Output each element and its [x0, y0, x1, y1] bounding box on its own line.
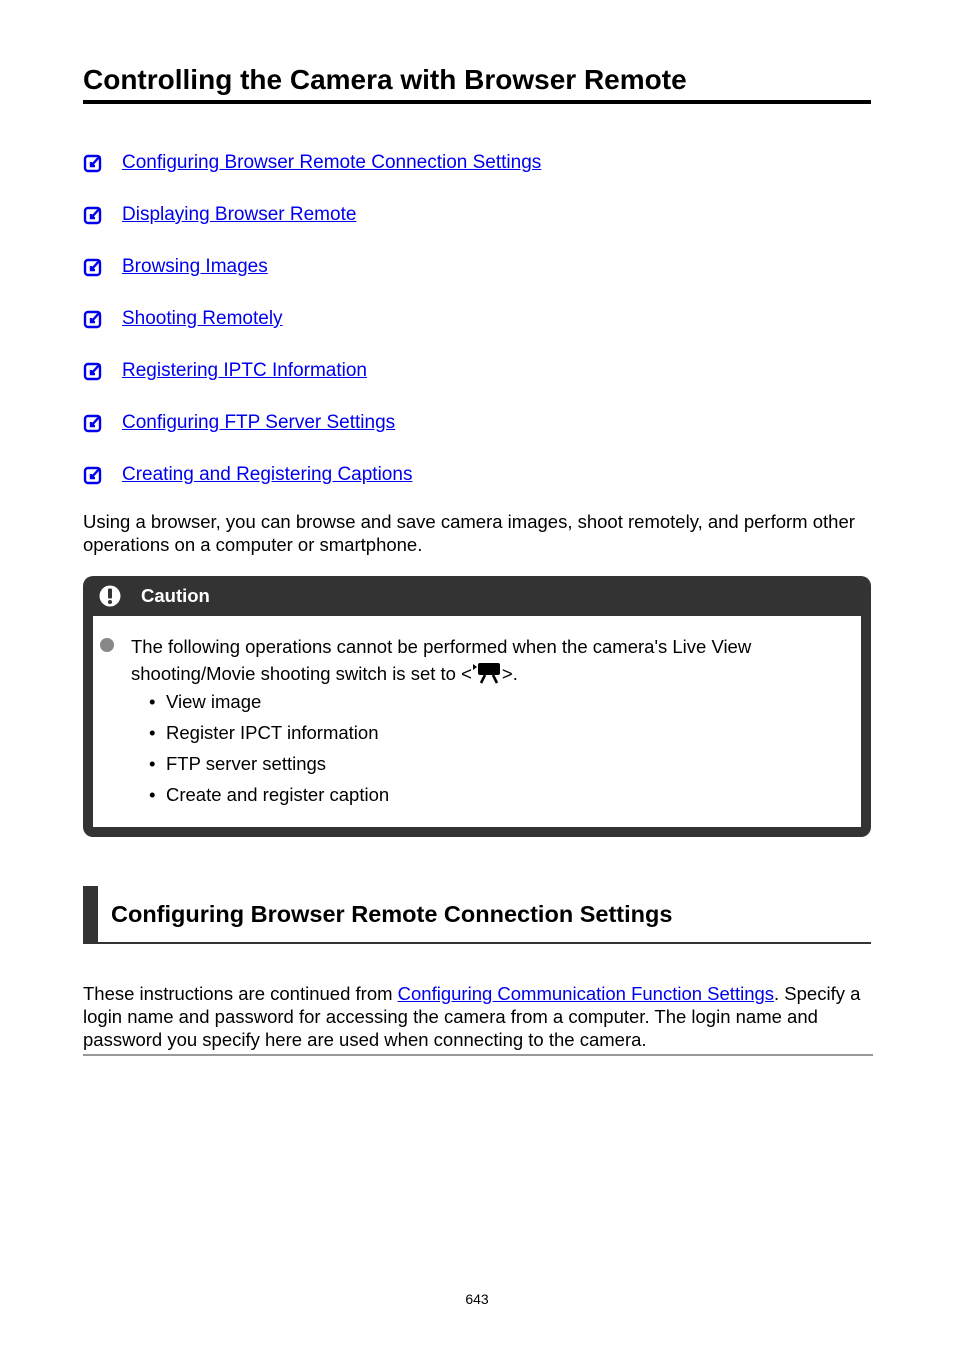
list-item-text: Create and register caption [166, 784, 390, 805]
caution-box: Caution The following operations cannot … [83, 576, 871, 837]
toc-item: Configuring FTP Server Settings [83, 410, 873, 462]
toc-item: Browsing Images [83, 254, 873, 306]
checkbox-arrow-icon [83, 310, 102, 329]
list-item-text: View image [166, 691, 262, 712]
communication-settings-link[interactable]: Configuring Communication Function Setti… [398, 983, 774, 1004]
list-item-text: FTP server settings [166, 753, 327, 774]
caution-body: The following operations cannot be perfo… [93, 616, 861, 827]
toc-link[interactable]: Creating and Registering Captions [122, 462, 412, 488]
checkbox-arrow-icon [83, 466, 102, 485]
toc-item: Configuring Browser Remote Connection Se… [83, 150, 873, 202]
toc-link[interactable]: Configuring Browser Remote Connection Se… [122, 150, 541, 176]
caution-text-before: The following operations cannot be perfo… [131, 636, 752, 684]
checkbox-arrow-icon [83, 206, 102, 225]
checkbox-arrow-icon [83, 414, 102, 433]
toc-link[interactable]: Registering IPTC Information [122, 358, 367, 384]
warning-icon [99, 585, 121, 607]
table-of-contents: Configuring Browser Remote Connection Se… [83, 150, 873, 514]
section-bar [83, 886, 98, 944]
list-item: • Create and register caption [149, 784, 390, 805]
list-item: • FTP server settings [149, 753, 327, 774]
toc-link[interactable]: Configuring FTP Server Settings [122, 410, 395, 436]
toc-link[interactable]: Browsing Images [122, 254, 268, 280]
toc-item: Shooting Remotely [83, 306, 873, 358]
checkbox-arrow-icon [83, 362, 102, 381]
caution-header: Caution [83, 576, 871, 616]
section-paragraph: These instructions are continued from Co… [83, 982, 873, 1056]
checkbox-arrow-icon [83, 154, 102, 173]
toc-item: Displaying Browser Remote [83, 202, 873, 254]
page-title: Controlling the Camera with Browser Remo… [83, 62, 871, 104]
intro-paragraph: Using a browser, you can browse and save… [83, 511, 855, 555]
checkbox-arrow-icon [83, 258, 102, 277]
caution-text: The following operations cannot be perfo… [131, 633, 831, 687]
toc-item: Creating and Registering Captions [83, 462, 873, 514]
section-title: Configuring Browser Remote Connection Se… [111, 901, 673, 927]
caution-text-after: >. [501, 663, 518, 684]
bullet-dot [100, 638, 114, 652]
list-item-text: Register IPCT information [166, 722, 379, 743]
section-text-before: These instructions are continued from [83, 983, 398, 1004]
toc-link[interactable]: Shooting Remotely [122, 306, 283, 332]
toc-link[interactable]: Displaying Browser Remote [122, 202, 356, 228]
section-header: Configuring Browser Remote Connection Se… [83, 886, 871, 944]
caution-list: • View image • Register IPCT information •… [149, 686, 389, 810]
caution-title: Caution [141, 585, 210, 606]
toc-item: Registering IPTC Information [83, 358, 873, 410]
list-item: • Register IPCT information [149, 722, 379, 743]
page-number: 643 [465, 1291, 489, 1307]
list-item: • View image [149, 691, 262, 712]
movie-camera-icon [472, 663, 500, 684]
